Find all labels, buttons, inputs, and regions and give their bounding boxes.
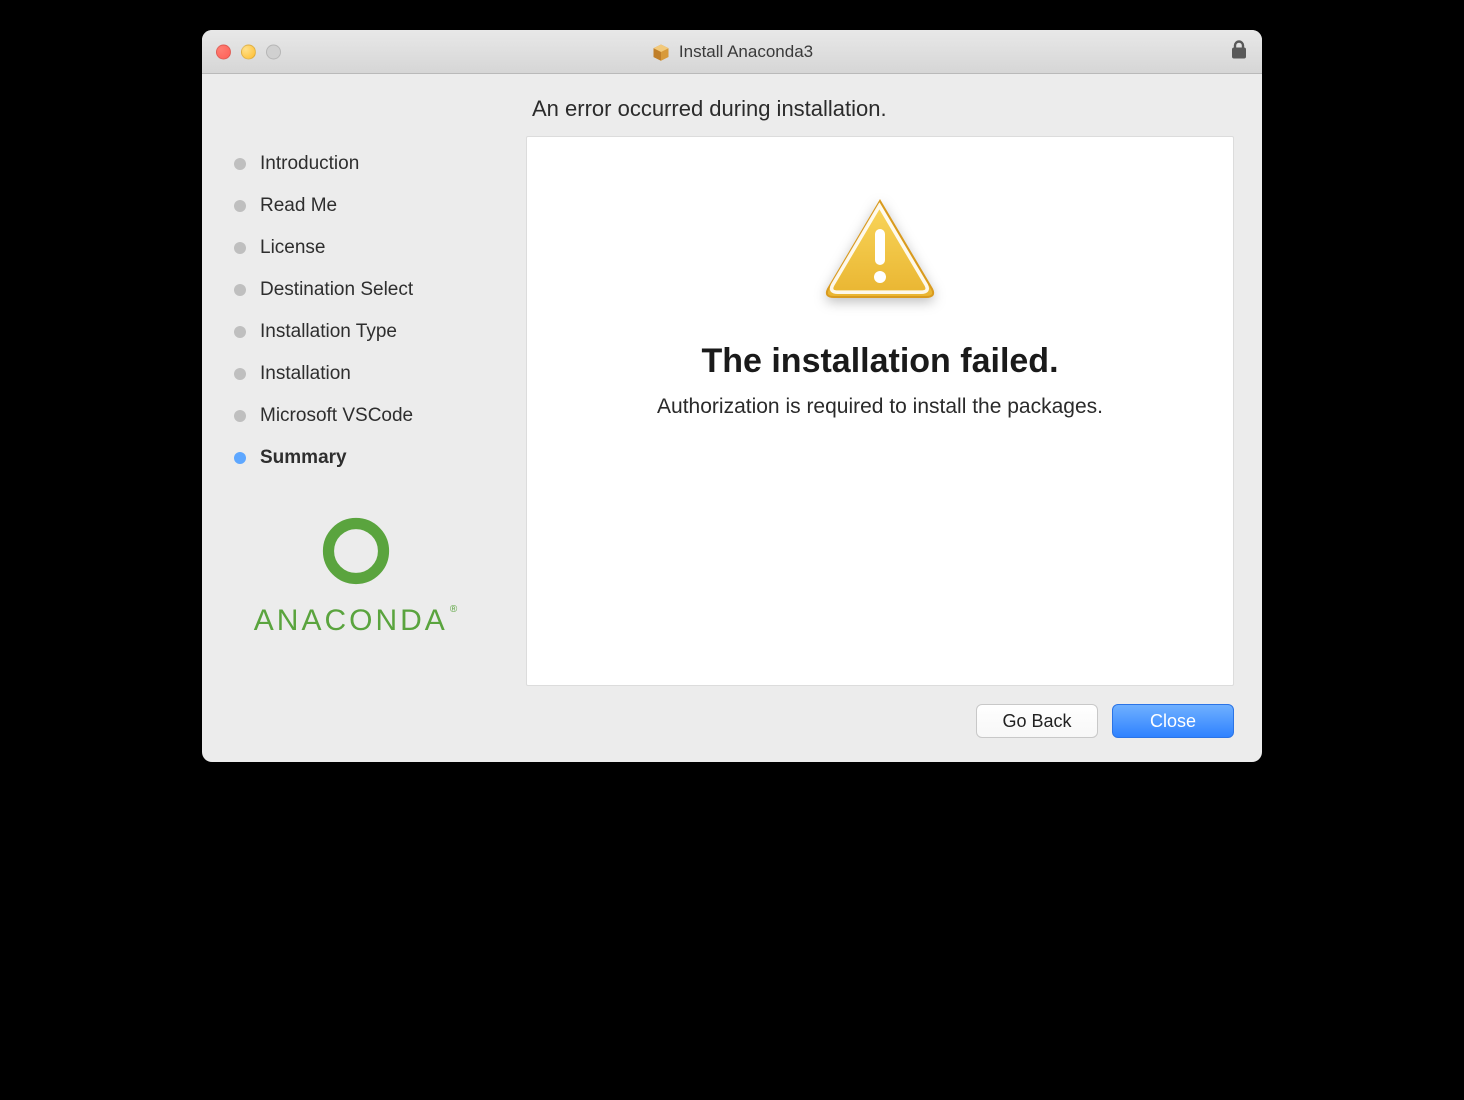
registered-mark: ® — [450, 604, 460, 615]
installer-window: Install Anaconda3 An error occurred duri… — [202, 30, 1262, 762]
step-license: License — [234, 238, 518, 257]
step-installation: Installation — [234, 364, 518, 383]
anaconda-wordmark: ANACONDA® — [254, 604, 458, 638]
failure-title: The installation failed. — [701, 342, 1058, 381]
anaconda-ring-icon — [313, 508, 399, 594]
bullet-icon — [234, 410, 246, 422]
window-zoom-button-disabled — [266, 44, 281, 59]
bullet-icon — [234, 326, 246, 338]
close-button[interactable]: Close — [1112, 704, 1234, 738]
result-panel: The installation failed. Authorization i… — [526, 136, 1234, 686]
step-introduction: Introduction — [234, 154, 518, 173]
window-minimize-button[interactable] — [241, 44, 256, 59]
step-list: Introduction Read Me License Destination… — [234, 154, 518, 490]
warning-icon — [820, 195, 940, 304]
lock-icon — [1230, 39, 1248, 64]
step-microsoft-vscode: Microsoft VSCode — [234, 406, 518, 425]
window-title-group: Install Anaconda3 — [651, 42, 813, 62]
footer-buttons: Go Back Close — [526, 686, 1234, 738]
step-installation-type: Installation Type — [234, 322, 518, 341]
content-area: An error occurred during installation. I… — [202, 74, 1262, 762]
page-heading: An error occurred during installation. — [526, 74, 1234, 136]
bullet-icon — [234, 200, 246, 212]
window-close-button[interactable] — [216, 44, 231, 59]
go-back-button[interactable]: Go Back — [976, 704, 1098, 738]
bullet-icon — [234, 242, 246, 254]
step-destination-select: Destination Select — [234, 280, 518, 299]
window-title: Install Anaconda3 — [679, 42, 813, 62]
bullet-icon — [234, 452, 246, 464]
failure-message: Authorization is required to install the… — [657, 395, 1103, 419]
bullet-icon — [234, 158, 246, 170]
anaconda-brand: ANACONDA® — [236, 508, 476, 638]
step-read-me: Read Me — [234, 196, 518, 215]
sidebar: Introduction Read Me License Destination… — [218, 74, 518, 686]
package-icon — [651, 42, 671, 62]
bullet-icon — [234, 368, 246, 380]
titlebar: Install Anaconda3 — [202, 30, 1262, 74]
step-summary: Summary — [234, 448, 518, 467]
traffic-lights — [216, 44, 281, 59]
bullet-icon — [234, 284, 246, 296]
